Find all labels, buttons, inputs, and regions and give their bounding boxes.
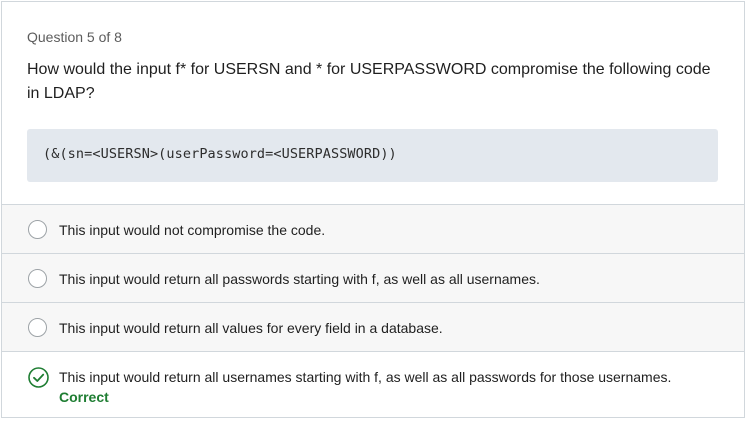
- radio-empty-icon[interactable]: [28, 269, 47, 288]
- question-header: Question 5 of 8 How would the input f* f…: [2, 2, 744, 182]
- answer-text: This input would return all usernames st…: [59, 369, 672, 385]
- answer-text: This input would return all passwords st…: [59, 271, 540, 287]
- answer-option[interactable]: This input would not compromise the code…: [2, 204, 744, 253]
- answer-option-correct[interactable]: This input would return all usernames st…: [2, 351, 744, 417]
- answer-text: This input would return all values for e…: [59, 320, 443, 336]
- check-circle-icon[interactable]: [28, 367, 49, 388]
- answer-option[interactable]: This input would return all values for e…: [2, 302, 744, 351]
- answer-option[interactable]: This input would return all passwords st…: [2, 253, 744, 302]
- question-text: How would the input f* for USERSN and * …: [27, 61, 711, 102]
- question-counter: Question 5 of 8: [27, 29, 122, 45]
- correct-label: Correct: [59, 389, 109, 405]
- question-card: Question 5 of 8 How would the input f* f…: [1, 1, 745, 418]
- answer-list: This input would not compromise the code…: [2, 204, 744, 417]
- radio-empty-icon[interactable]: [28, 318, 47, 337]
- code-block: (&(sn=<USERSN>(userPassword=<USERPASSWOR…: [27, 129, 718, 182]
- answer-text: This input would not compromise the code…: [59, 222, 326, 238]
- radio-empty-icon[interactable]: [28, 220, 47, 239]
